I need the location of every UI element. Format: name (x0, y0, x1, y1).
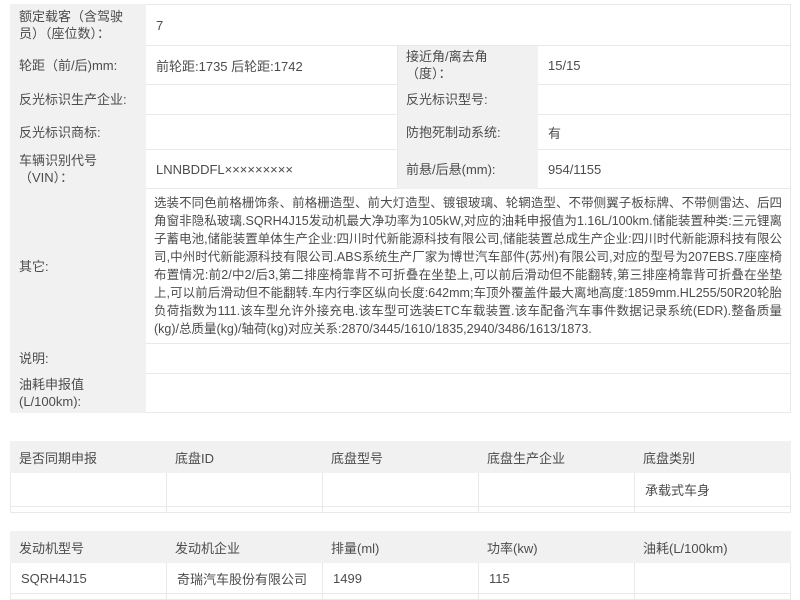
label-track-width: 轮距（前/后)mm: (11, 46, 146, 85)
cell-chassis-id (167, 473, 323, 507)
label-other: 其它: (11, 189, 146, 344)
row-declared-fuel-consumption: 油耗申报值(L/100km): (11, 374, 791, 413)
label-reflective-marking-brand: 反光标识商标: (11, 115, 146, 150)
header-chassis-type: 底盘类别 (635, 442, 791, 473)
label-reflective-marking-model: 反光标识型号: (398, 85, 538, 115)
cell-chassis-model (323, 473, 479, 507)
chassis-table: 是否同期申报 底盘ID 底盘型号 底盘生产企业 底盘类别 承载式车身 (10, 441, 791, 513)
value-approach-departure-angle: 15/15 (538, 46, 791, 85)
cell-engine-manufacturer: 奇瑞汽车股份有限公司 (167, 563, 323, 594)
value-abs-system: 有 (538, 115, 791, 150)
label-approach-departure-angle: 接近角/离去角（度）： (398, 46, 538, 85)
cell-chassis-manufacturer (479, 473, 635, 507)
header-chassis-id: 底盘ID (167, 442, 323, 473)
cell-displacement: 1499 (323, 563, 479, 594)
row-reflective-marking-brand: 反光标识商标: 防抱死制动系统: 有 (11, 115, 791, 150)
row-track-width: 轮距（前/后)mm: 前轮距:1735 后轮距:1742 接近角/离去角（度）：… (11, 46, 791, 85)
engine-table: 发动机型号 发动机企业 排量(ml) 功率(kw) 油耗(L/100km) SQ… (10, 531, 791, 600)
row-other: 其它: 选装不同色前格栅饰条、前格栅造型、前大灯造型、镀银玻璃、轮辋造型、不带侧… (11, 189, 791, 344)
value-rated-passengers: 7 (146, 5, 791, 46)
value-track-width: 前轮距:1735 后轮距:1742 (146, 46, 398, 85)
value-reflective-marking-brand (146, 115, 398, 150)
row-vin: 车辆识别代号（VIN）： LNNBDDFL××××××××× 前悬/后悬(mm)… (11, 150, 791, 189)
label-abs-system: 防抱死制动系统: (398, 115, 538, 150)
header-chassis-model: 底盘型号 (323, 442, 479, 473)
value-overhang: 954/1155 (538, 150, 791, 189)
cell-fuel-consumption (635, 563, 791, 594)
row-rated-passengers: 额定载客（含驾驶员）（座位数）： 7 (11, 5, 791, 46)
value-reflective-marking-model (538, 85, 791, 115)
value-remarks (146, 344, 791, 374)
chassis-data-row: 承载式车身 (11, 473, 791, 507)
engine-empty-row (11, 594, 791, 600)
value-other: 选装不同色前格栅饰条、前格栅造型、前大灯造型、镀银玻璃、轮辋造型、不带侧翼子板标… (146, 189, 791, 344)
cell-chassis-type: 承载式车身 (635, 473, 791, 507)
row-remarks: 说明: (11, 344, 791, 374)
chassis-header-row: 是否同期申报 底盘ID 底盘型号 底盘生产企业 底盘类别 (11, 442, 791, 473)
value-reflective-marking-manufacturer (146, 85, 398, 115)
chassis-empty-row (11, 507, 791, 513)
label-declared-fuel-consumption: 油耗申报值(L/100km): (11, 374, 146, 413)
header-chassis-manufacturer: 底盘生产企业 (479, 442, 635, 473)
label-overhang: 前悬/后悬(mm): (398, 150, 538, 189)
cell-concurrent-declaration (11, 473, 167, 507)
vehicle-spec-page: 额定载客（含驾驶员）（座位数）： 7 轮距（前/后)mm: 前轮距:1735 后… (0, 0, 800, 600)
engine-data-row: SQRH4J15 奇瑞汽车股份有限公司 1499 115 (11, 563, 791, 594)
label-rated-passengers: 额定载客（含驾驶员）（座位数）： (11, 5, 146, 46)
vehicle-spec-table: 额定载客（含驾驶员）（座位数）： 7 轮距（前/后)mm: 前轮距:1735 后… (10, 4, 791, 413)
label-remarks: 说明: (11, 344, 146, 374)
label-reflective-marking-manufacturer: 反光标识生产企业: (11, 85, 146, 115)
row-reflective-marking-manufacturer: 反光标识生产企业: 反光标识型号: (11, 85, 791, 115)
cell-power: 115 (479, 563, 635, 594)
header-concurrent-declaration: 是否同期申报 (11, 442, 167, 473)
cell-engine-model: SQRH4J15 (11, 563, 167, 594)
value-declared-fuel-consumption (146, 374, 791, 413)
value-vin: LNNBDDFL××××××××× (146, 150, 398, 189)
label-vin: 车辆识别代号（VIN）： (11, 150, 146, 189)
